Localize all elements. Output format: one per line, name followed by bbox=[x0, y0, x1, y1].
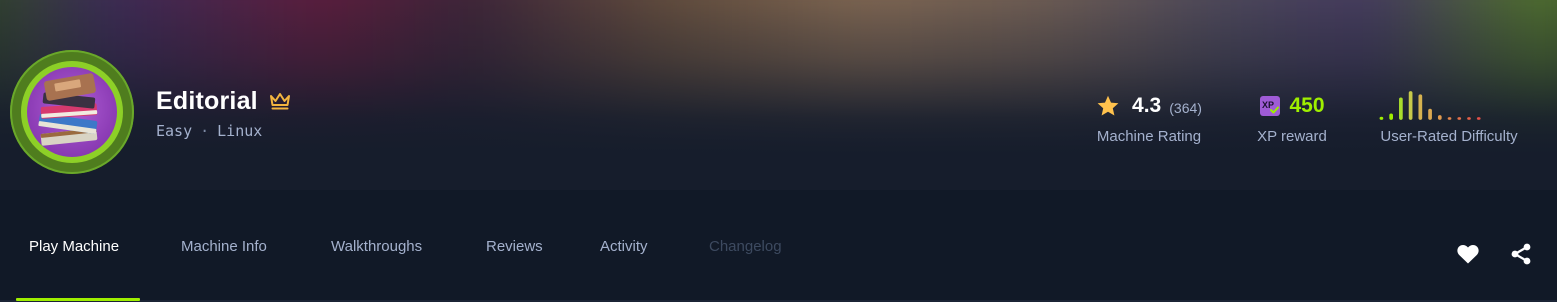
star-icon bbox=[1097, 95, 1119, 116]
machine-rating: 4.3 (364) Machine Rating bbox=[1086, 90, 1212, 145]
rating-count: (364) bbox=[1169, 99, 1202, 116]
difficulty-bar bbox=[1399, 97, 1403, 120]
xp-icon: XP bbox=[1260, 96, 1281, 116]
tab-walkthroughs[interactable]: Walkthroughs bbox=[331, 238, 422, 298]
crown-icon bbox=[268, 91, 292, 111]
machine-subtitle: Easy · Linux bbox=[156, 122, 262, 140]
difficulty-bar bbox=[1428, 108, 1432, 120]
tab-bar: Play Machine Machine Info Walkthroughs R… bbox=[0, 190, 1557, 302]
machine-page-header: Editorial Easy · Linux 4.3 (364) Machine… bbox=[0, 0, 1557, 302]
machine-title: Editorial bbox=[156, 86, 292, 116]
svg-text:XP: XP bbox=[1262, 100, 1274, 110]
difficulty-chart bbox=[1379, 91, 1481, 120]
share-button[interactable] bbox=[1508, 241, 1534, 267]
xp-value: 450 bbox=[1289, 94, 1325, 117]
tab-changelog: Changelog bbox=[709, 238, 782, 255]
difficulty-bar bbox=[1379, 116, 1384, 120]
xp-reward: XP 450 XP reward bbox=[1250, 90, 1334, 145]
tab-reviews[interactable]: Reviews bbox=[486, 238, 543, 298]
machine-avatar bbox=[10, 50, 134, 174]
difficulty-bar bbox=[1408, 91, 1413, 120]
difficulty-bar bbox=[1467, 117, 1471, 120]
difficulty-bar bbox=[1457, 117, 1462, 120]
difficulty-bar bbox=[1437, 115, 1442, 120]
difficulty-label: User-Rated Difficulty bbox=[1380, 128, 1518, 145]
book-stack-icon bbox=[27, 67, 117, 157]
difficulty-bar bbox=[1389, 113, 1393, 120]
heart-icon bbox=[1457, 244, 1479, 264]
tab-activity[interactable]: Activity bbox=[600, 238, 648, 298]
subtitle-separator: · bbox=[200, 122, 210, 140]
difficulty-bar bbox=[1447, 117, 1452, 120]
difficulty-bar bbox=[1418, 94, 1423, 120]
active-tab-indicator bbox=[16, 298, 140, 301]
machine-name: Editorial bbox=[156, 86, 258, 115]
machine-difficulty: Easy bbox=[156, 122, 193, 140]
user-rated-difficulty: User-Rated Difficulty bbox=[1372, 90, 1526, 145]
tab-machine-info[interactable]: Machine Info bbox=[181, 238, 267, 298]
rating-value: 4.3 bbox=[1132, 94, 1162, 117]
share-icon bbox=[1511, 243, 1531, 265]
rating-label: Machine Rating bbox=[1096, 128, 1202, 145]
difficulty-bar bbox=[1476, 117, 1481, 120]
favorite-button[interactable] bbox=[1455, 241, 1481, 267]
machine-os: Linux bbox=[217, 122, 263, 140]
xp-label: XP reward bbox=[1257, 128, 1327, 145]
tab-play-machine[interactable]: Play Machine bbox=[29, 238, 119, 298]
